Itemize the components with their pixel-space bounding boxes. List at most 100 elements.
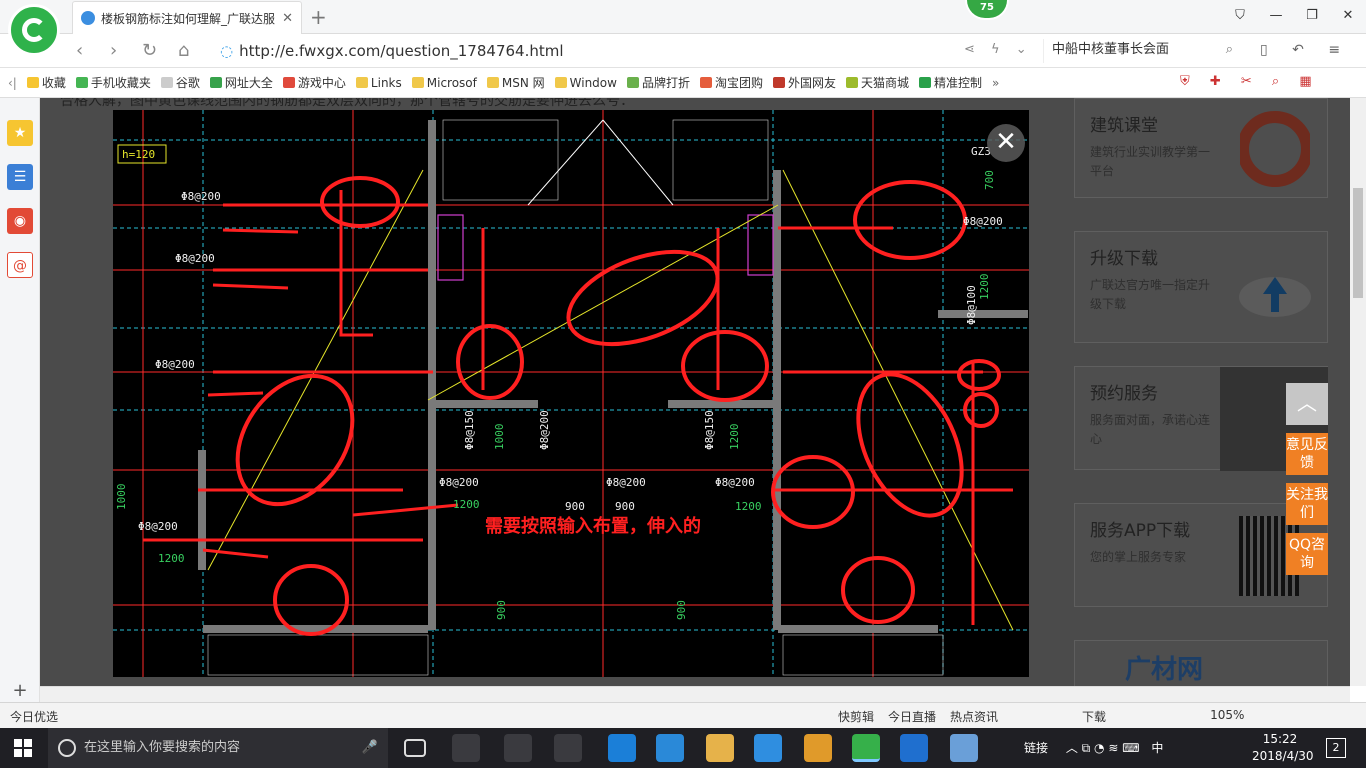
bookmark-item[interactable]: 谷歌 <box>160 74 200 91</box>
cad-annotation: 需要按照输入布置，伸入的 <box>485 515 701 537</box>
bookmark-item[interactable]: 精准控制 <box>919 74 982 91</box>
system-tray: 链接 ︿ ⧉ ◔ ≋ ⌨ 中 <box>1024 728 1163 768</box>
back-icon[interactable]: ‹ <box>76 40 83 61</box>
bookmark-folder[interactable]: Links <box>355 76 402 90</box>
collapse-sidebar-icon[interactable]: ‹| <box>8 76 17 90</box>
bookmark-item[interactable]: 天猫商城 <box>846 74 909 91</box>
home-icon[interactable]: ⌂ <box>178 40 189 61</box>
forward-icon[interactable]: › <box>110 40 117 61</box>
undo-icon[interactable]: ▯ ↶ ≡ <box>1260 42 1350 58</box>
bookmark-item[interactable]: 品牌打折 <box>626 74 690 91</box>
taskbar: 在这里输入你要搜索的内容 🎤 链接 ︿ ⧉ ◔ ≋ ⌨ 中 15:22 2018… <box>0 728 1366 768</box>
app-icon[interactable] <box>804 734 832 762</box>
feedback-button[interactable]: 意见反馈 <box>1286 433 1328 475</box>
refresh-icon[interactable]: ↻ <box>142 40 157 61</box>
cad-drawing-image: h=120 Φ8@200 Φ8@200 Φ8@200 Φ8@200 Φ8@150… <box>113 110 1029 677</box>
page-content: 合格人解，图中黄色课线范围内的钢筋都是双层双向的，那个管辖号的交筋是要伸进去么号… <box>40 98 1350 686</box>
today-picks-link[interactable]: 今日优选 <box>10 708 58 725</box>
more-bookmarks-icon[interactable]: » <box>992 76 999 90</box>
app-icon[interactable] <box>950 734 978 762</box>
app-icon[interactable] <box>452 734 480 762</box>
maximize-button[interactable]: ❐ <box>1294 0 1330 34</box>
download-link[interactable]: 下载 <box>1082 708 1106 725</box>
svg-text:Φ8@200: Φ8@200 <box>138 520 178 533</box>
tab-title: 楼板钢筋标注如何理解_广联达服 <box>101 11 276 26</box>
svg-text:900: 900 <box>675 600 688 620</box>
notification-center-icon[interactable]: 2 <box>1326 738 1346 758</box>
close-window-button[interactable]: ✕ <box>1330 0 1366 34</box>
back-to-top-button[interactable]: ︿ <box>1286 383 1328 425</box>
news-link[interactable]: 热点资讯 <box>950 708 998 725</box>
cloud-upload-icon <box>1239 277 1311 317</box>
quick-clip-link[interactable]: 快剪辑 <box>838 708 874 725</box>
search-icon[interactable]: ⌕ <box>1226 39 1233 61</box>
bookmark-folder[interactable]: Microsof <box>411 76 477 90</box>
tab-close-icon[interactable]: ✕ <box>282 11 293 26</box>
app-icon[interactable] <box>754 734 782 762</box>
notification-badge[interactable]: 75 <box>965 0 1009 20</box>
horizontal-scrollbar[interactable] <box>40 686 1350 702</box>
svg-text:Φ8@200: Φ8@200 <box>175 252 215 265</box>
tab-favicon-icon <box>81 11 95 25</box>
weibo-icon[interactable]: ◉ <box>7 208 33 234</box>
microphone-icon[interactable]: 🎤 <box>362 728 378 768</box>
card-course[interactable]: 建筑课堂 建筑行业实训教学第一平台 <box>1074 98 1328 198</box>
ie-icon[interactable] <box>656 734 684 762</box>
window-controls: ⛉ — ❐ ✕ <box>1222 0 1366 34</box>
browser-logo-icon[interactable] <box>8 4 60 56</box>
bookmark-folder[interactable]: MSN 网 <box>486 74 545 91</box>
bookmark-item[interactable]: 淘宝团购 <box>699 74 763 91</box>
left-sidebar: ★ ☰ ◉ @ <box>0 98 40 702</box>
bookmark-item[interactable]: 外国网友 <box>773 74 836 91</box>
card-gcw[interactable]: 广材网 <box>1074 640 1328 686</box>
add-sidebar-button[interactable]: + <box>0 680 40 702</box>
browser-taskbar-icon[interactable] <box>852 734 880 762</box>
follow-us-button[interactable]: 关注我们 <box>1286 483 1328 525</box>
start-button[interactable] <box>14 739 32 757</box>
share-icon[interactable]: ⋖ ϟ ⌄ <box>964 42 1033 57</box>
address-bar: ‹ › ↻ ⌂ ◌ http://e.fwxgx.com/question_17… <box>0 34 1366 68</box>
vertical-scrollbar[interactable] <box>1350 98 1366 686</box>
course-logo-icon <box>1240 111 1310 187</box>
task-view-icon[interactable] <box>404 739 426 757</box>
app-icon[interactable] <box>554 734 582 762</box>
svg-text:Φ8@200: Φ8@200 <box>155 358 195 371</box>
status-bar: 今日优选 快剪辑 今日直播 热点资讯 下载 105% <box>0 702 1366 728</box>
search-input[interactable]: 中船中核董事长会面 ⌕ <box>1043 39 1239 63</box>
close-image-button[interactable]: ✕ <box>987 124 1025 162</box>
live-link[interactable]: 今日直播 <box>888 708 936 725</box>
bookmark-item[interactable]: 网址大全 <box>209 74 273 91</box>
svg-text:Φ8@200: Φ8@200 <box>963 215 1003 228</box>
svg-text:1000: 1000 <box>115 484 128 511</box>
bookmark-item[interactable]: 游戏中心 <box>282 74 346 91</box>
shirt-icon[interactable]: ⛉ <box>1222 0 1258 34</box>
taskbar-search-input[interactable]: 在这里输入你要搜索的内容 🎤 <box>48 728 388 768</box>
bookmark-item[interactable]: 手机收藏夹 <box>75 74 151 91</box>
svg-text:Φ8@200: Φ8@200 <box>606 476 646 489</box>
star-icon[interactable]: ★ <box>7 120 33 146</box>
app-icon[interactable] <box>900 734 928 762</box>
ime-indicator[interactable]: 中 <box>1151 741 1163 755</box>
new-tab-button[interactable]: + <box>310 5 327 29</box>
search-text: 中船中核董事长会面 <box>1052 42 1170 57</box>
bookmark-folder[interactable]: Window <box>554 76 617 90</box>
extensions-icons[interactable]: ⛨ ✚ ✂ ⌕ ▦ <box>1180 74 1320 89</box>
browser-tab[interactable]: 楼板钢筋标注如何理解_广联达服 ✕ <box>72 1 302 34</box>
zoom-level[interactable]: 105% <box>1210 708 1244 725</box>
tray-icons[interactable]: ︿ ⧉ ◔ ≋ ⌨ <box>1066 741 1140 755</box>
bookmark-item[interactable]: 收藏 <box>26 74 66 91</box>
edge-icon[interactable] <box>608 734 636 762</box>
card-upgrade[interactable]: 升级下载 广联达官方唯一指定升级下载 <box>1074 231 1328 343</box>
url-field[interactable]: ◌ http://e.fwxgx.com/question_1784764.ht… <box>220 39 1040 63</box>
links-label[interactable]: 链接 <box>1024 741 1048 755</box>
minimize-button[interactable]: — <box>1258 0 1294 34</box>
file-explorer-icon[interactable] <box>706 734 734 762</box>
svg-text:1200: 1200 <box>158 552 185 565</box>
app-icon[interactable] <box>504 734 532 762</box>
clock[interactable]: 15:22 2018/4/30 <box>1252 731 1314 765</box>
mail-icon[interactable]: @ <box>7 252 33 278</box>
list-icon[interactable]: ☰ <box>7 164 33 190</box>
question-text: 合格人解，图中黄色课线范围内的钢筋都是双层双向的，那个管辖号的交筋是要伸进去么号… <box>60 98 634 109</box>
svg-text:1200: 1200 <box>728 424 741 451</box>
qq-consult-button[interactable]: QQ咨询 <box>1286 533 1328 575</box>
